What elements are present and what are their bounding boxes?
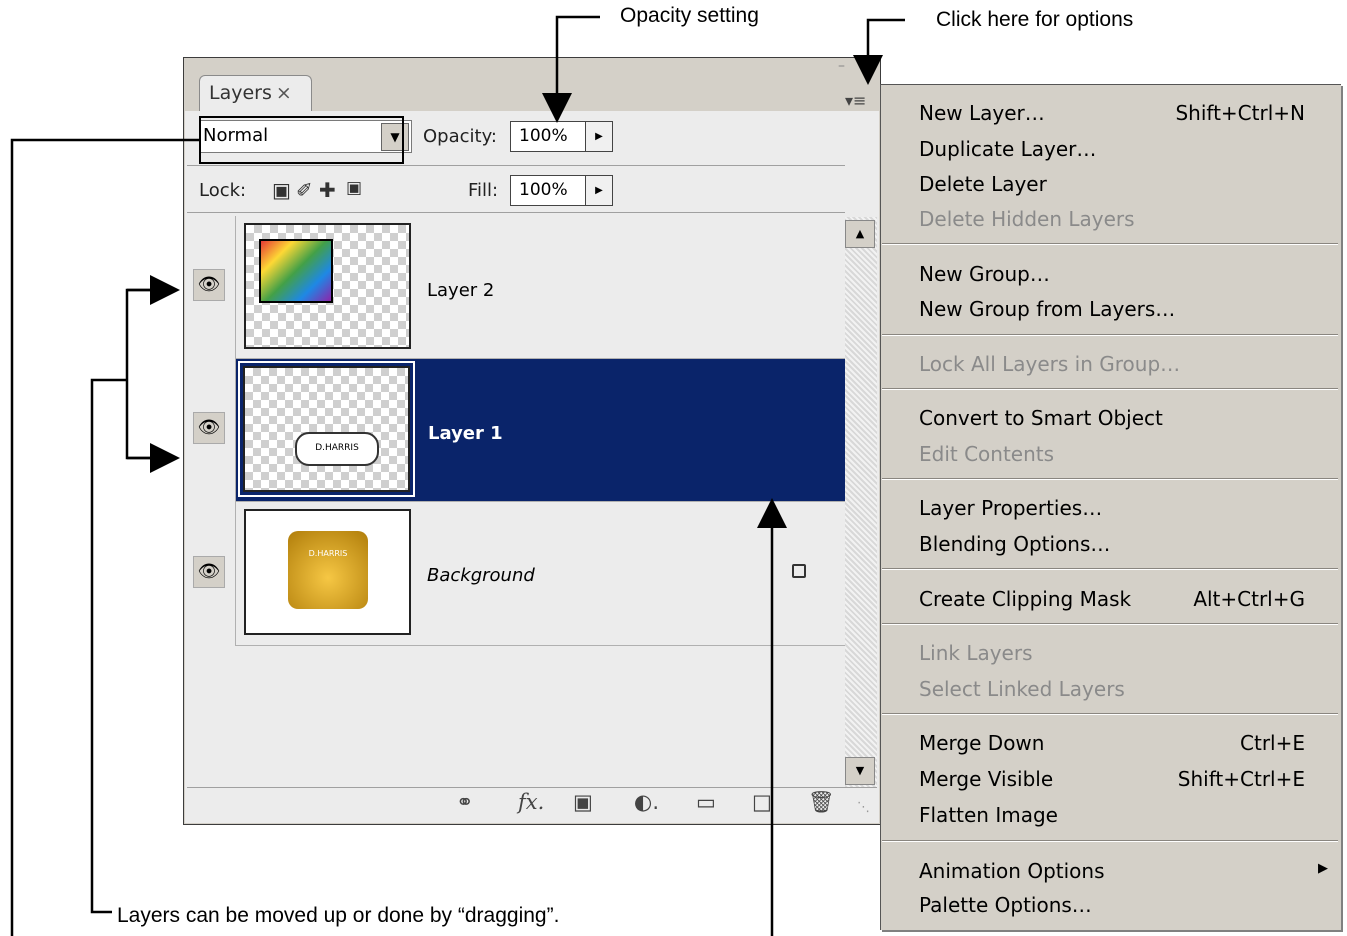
layer-thumbnail (244, 223, 411, 349)
fill-slider-arrow-icon[interactable]: ▶ (585, 175, 613, 206)
lock-transparent-icon[interactable]: ▣ (272, 178, 291, 202)
layers-scrollbar[interactable] (845, 217, 877, 787)
fill-label: Fill: (468, 180, 499, 201)
menu-separator (882, 713, 1338, 715)
menu-item-convert-smart-object[interactable]: Convert to Smart Object (919, 406, 1163, 430)
scroll-up-icon[interactable]: ▲ (845, 220, 875, 248)
layer-thumbnail: D.HARRIS (243, 366, 410, 492)
submenu-arrow-icon: ▶ (1318, 861, 1328, 876)
divider (187, 212, 845, 213)
menu-item-delete-layer[interactable]: Delete Layer (919, 172, 1047, 196)
lock-label: Lock: (199, 180, 247, 201)
new-layer-icon[interactable]: □ (752, 790, 772, 814)
menu-separator (882, 568, 1338, 570)
menu-separator (882, 478, 1338, 480)
shortcut-clipping-mask: Alt+Ctrl+G (1193, 587, 1305, 611)
layer-thumbnail: D.HARRIS (244, 509, 411, 635)
layer-name: Layer 1 (428, 423, 503, 444)
tab-label: Layers (209, 82, 272, 104)
menu-item-edit-contents: Edit Contents (919, 442, 1055, 466)
blend-mode-callout-box (199, 116, 404, 164)
tab-layers[interactable]: Layers × (199, 75, 312, 111)
lock-move-icon[interactable]: ✚ (319, 178, 336, 202)
adjustment-icon[interactable]: ◐. (634, 790, 659, 814)
trash-icon[interactable]: 🗑 (808, 790, 835, 815)
menu-item-blending-options[interactable]: Blending Options… (919, 532, 1110, 556)
shortcut-new-layer: Shift+Ctrl+N (1175, 101, 1305, 125)
menu-item-duplicate-layer[interactable]: Duplicate Layer… (919, 137, 1096, 161)
shortcut-merge-visible: Shift+Ctrl+E (1177, 767, 1305, 791)
menu-separator (882, 334, 1338, 336)
menu-item-layer-properties[interactable]: Layer Properties… (919, 496, 1102, 520)
menu-separator (882, 623, 1338, 625)
panel-minimize-icon[interactable]: – (838, 58, 845, 74)
visibility-eye-icon[interactable]: 👁 (193, 556, 225, 588)
folder-icon[interactable]: ▭ (696, 790, 716, 814)
thumbnail-logo: D.HARRIS (288, 531, 368, 609)
menu-item-link-layers: Link Layers (919, 641, 1033, 665)
panel-close-icon[interactable]: ⇘ (857, 58, 870, 77)
link-icon[interactable]: ⚭ (456, 790, 474, 814)
visibility-eye-icon[interactable]: 👁 (193, 269, 225, 301)
drag-callout-line (90, 378, 127, 914)
menu-item-new-layer[interactable]: New Layer… (919, 101, 1045, 125)
layer-name: Background (427, 565, 535, 586)
opacity-label: Opacity: (423, 126, 497, 147)
lock-all-icon[interactable]: ▣ (346, 178, 362, 198)
blend-mode-callout-line (10, 138, 199, 936)
resize-grip-icon[interactable]: ⋱ (857, 800, 870, 815)
menu-item-lock-all-layers: Lock All Layers in Group… (919, 352, 1181, 376)
opacity-slider-arrow-icon[interactable]: ▶ (585, 121, 613, 152)
divider (187, 787, 877, 788)
thumbnail-stamp-text: D.HARRIS (295, 432, 379, 466)
menu-separator (882, 840, 1338, 842)
opacity-input[interactable]: 100% (510, 121, 586, 152)
annotation-dragging-note: Layers can be moved up or done by “dragg… (117, 904, 560, 927)
menu-item-flatten-image[interactable]: Flatten Image (919, 803, 1058, 827)
lock-paint-icon[interactable]: ✐ (296, 178, 313, 202)
menu-item-merge-down[interactable]: Merge Down (919, 731, 1044, 755)
layer-lock-icon (792, 564, 806, 578)
menu-separator (882, 243, 1338, 245)
fx-icon[interactable]: fx. (518, 790, 544, 814)
drag-bracket (125, 288, 175, 460)
thumbnail-image (259, 239, 333, 303)
layer-name: Layer 2 (427, 280, 495, 301)
panel-menu-icon[interactable]: ▾≡ (845, 91, 866, 110)
layer-row-divider (235, 645, 845, 646)
tab-close-icon[interactable]: × (276, 82, 292, 104)
scroll-down-icon[interactable]: ▼ (845, 757, 875, 785)
layer-row-divider (235, 501, 845, 502)
menu-item-new-group-from-layers[interactable]: New Group from Layers… (919, 297, 1175, 321)
visibility-eye-icon[interactable]: 👁 (193, 412, 225, 444)
fill-input[interactable]: 100% (510, 175, 586, 206)
menu-item-delete-hidden-layers: Delete Hidden Layers (919, 207, 1135, 231)
annotation-opacity-setting: Opacity setting (620, 4, 759, 27)
menu-separator (882, 388, 1338, 390)
menu-item-merge-visible[interactable]: Merge Visible (919, 767, 1053, 791)
menu-item-new-group[interactable]: New Group… (919, 262, 1050, 286)
divider (187, 165, 845, 166)
mask-icon[interactable]: ▣ (573, 790, 593, 814)
menu-item-select-linked-layers: Select Linked Layers (919, 677, 1125, 701)
menu-item-palette-options[interactable]: Palette Options… (919, 893, 1092, 917)
menu-item-create-clipping-mask[interactable]: Create Clipping Mask (919, 587, 1131, 611)
annotation-click-options: Click here for options (936, 8, 1134, 31)
shortcut-merge-down: Ctrl+E (1240, 731, 1305, 755)
menu-item-animation-options[interactable]: Animation Options (919, 859, 1105, 883)
